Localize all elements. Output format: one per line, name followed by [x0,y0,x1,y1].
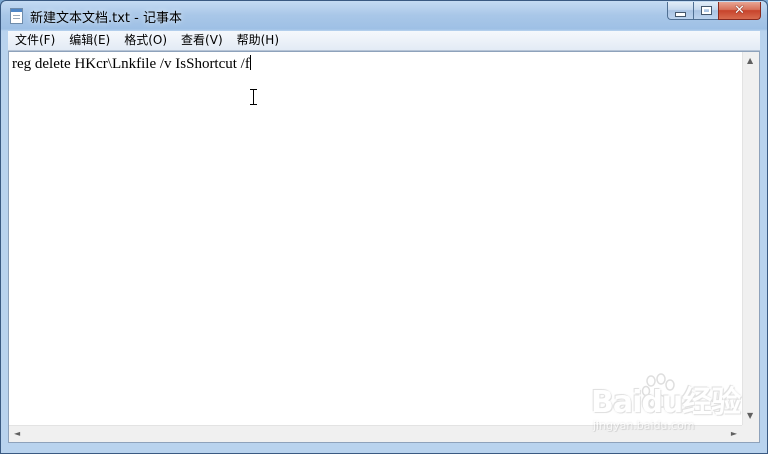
menu-format[interactable]: 格式(O) [117,31,174,50]
watermark-brand: Baidu经验 [591,385,741,420]
notepad-icon[interactable] [10,8,23,24]
close-button[interactable]: ✕ [718,2,761,20]
watermark-url: jingyan.baidu.com [593,419,695,432]
scrollbar-corner [742,425,759,442]
scroll-left-icon[interactable]: ◄ [14,430,20,438]
maximize-icon [700,6,712,15]
menu-bar: 文件(F) 编辑(E) 格式(O) 查看(V) 帮助(H) [8,31,760,51]
text-caret [249,55,251,70]
maximize-button[interactable] [693,2,718,20]
notepad-window: 新建文本文档.txt - 记事本 ✕ 文件(F) 编辑(E) 格式(O) 查看(… [0,0,768,454]
minimize-icon [675,11,686,17]
caption-buttons: ✕ [667,2,761,21]
menu-edit[interactable]: 编辑(E) [62,31,117,50]
minimize-button[interactable] [667,2,693,20]
scroll-down-icon[interactable]: ▼ [747,412,753,420]
ibeam-cursor-icon [250,89,257,105]
title-bar[interactable]: 新建文本文档.txt - 记事本 ✕ [1,1,767,31]
baidu-watermark: Baidu经验 jingyan.baidu.com [587,371,741,433]
menu-file[interactable]: 文件(F) [8,31,62,50]
window-title: 新建文本文档.txt - 记事本 [30,11,182,26]
scroll-up-icon[interactable]: ▲ [747,57,753,65]
text-editor[interactable]: reg delete HKcr\Lnkfile /v IsShortcut /f [9,52,742,425]
menu-view[interactable]: 查看(V) [174,31,230,50]
close-icon: ✕ [734,3,745,18]
editor-text: reg delete HKcr\Lnkfile /v IsShortcut /f [12,56,250,72]
menu-help[interactable]: 帮助(H) [230,31,286,50]
vertical-scrollbar[interactable]: ▲ ▼ [742,52,759,425]
